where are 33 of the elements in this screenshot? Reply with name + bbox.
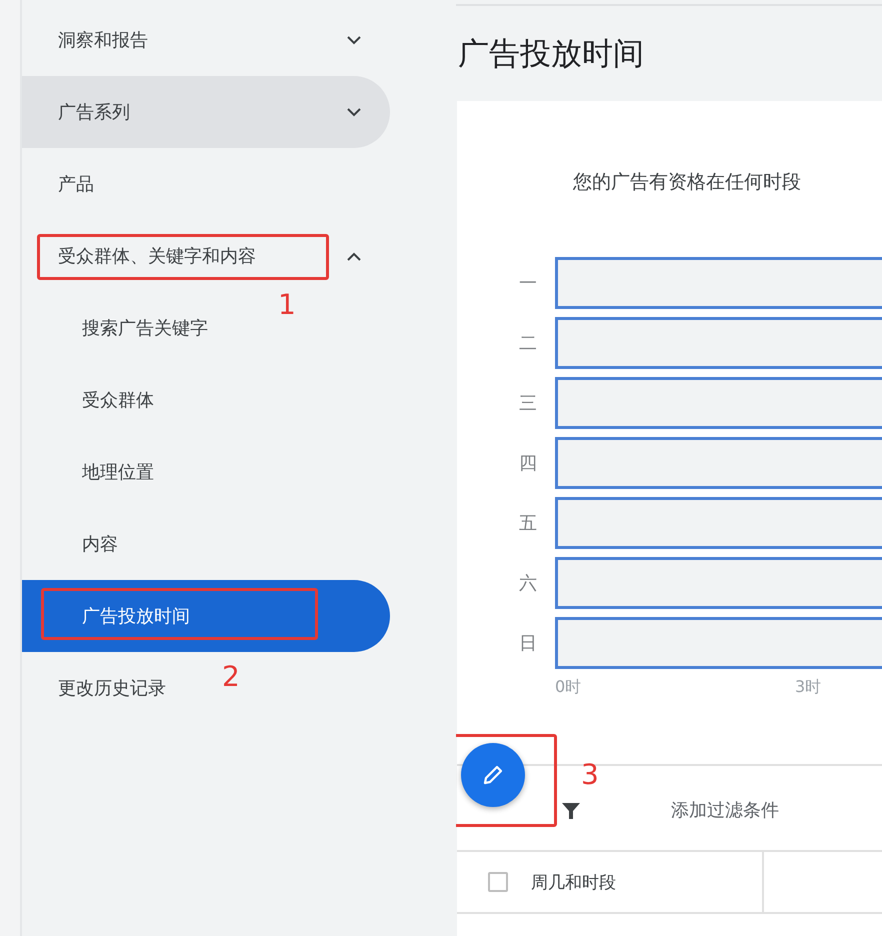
filter-link[interactable]: 添加过滤条件: [671, 798, 779, 822]
nav-item[interactable]: 产品: [22, 148, 104, 220]
select-all-checkbox[interactable]: [488, 872, 508, 892]
day-label: 五: [518, 512, 538, 535]
nav-item[interactable]: 地理位置: [22, 436, 164, 508]
nav-item[interactable]: 受众群体: [22, 364, 164, 436]
time-tick-label: 0时: [555, 677, 582, 698]
nav-item[interactable]: 搜索广告关键字: [22, 292, 218, 364]
nav-item[interactable]: 广告系列: [22, 76, 390, 148]
message-text: 您的广告有资格在任何时段: [573, 170, 802, 195]
day-label: 一: [518, 272, 538, 295]
day-label: 四: [518, 452, 538, 475]
nav-item[interactable]: 洞察和报告: [22, 4, 390, 76]
day-label: 三: [518, 392, 538, 415]
filter-icon[interactable]: [561, 801, 581, 821]
annotation-number: 1: [278, 290, 296, 320]
annotation-number: 2: [222, 662, 240, 692]
day-label: 六: [518, 572, 538, 595]
nav-item[interactable]: 更改历史记录: [22, 652, 176, 724]
nav-item[interactable]: 受众群体、关键字和内容: [22, 220, 390, 292]
column-header[interactable]: 周几和时段: [531, 870, 616, 894]
annotation-number: 3: [581, 760, 599, 790]
chevron-icon: [347, 252, 361, 261]
nav-item[interactable]: 内容: [22, 508, 128, 580]
chevron-icon: [347, 108, 361, 117]
day-label: 日: [518, 632, 538, 655]
chevron-icon: [347, 36, 361, 45]
pencil-icon: [481, 763, 505, 787]
time-tick-label: 3时: [795, 677, 822, 698]
page-title: 广告投放时间: [458, 35, 645, 74]
nav-item[interactable]: 广告投放时间: [22, 580, 390, 652]
edit-button[interactable]: [461, 743, 525, 807]
day-label: 二: [518, 332, 538, 355]
